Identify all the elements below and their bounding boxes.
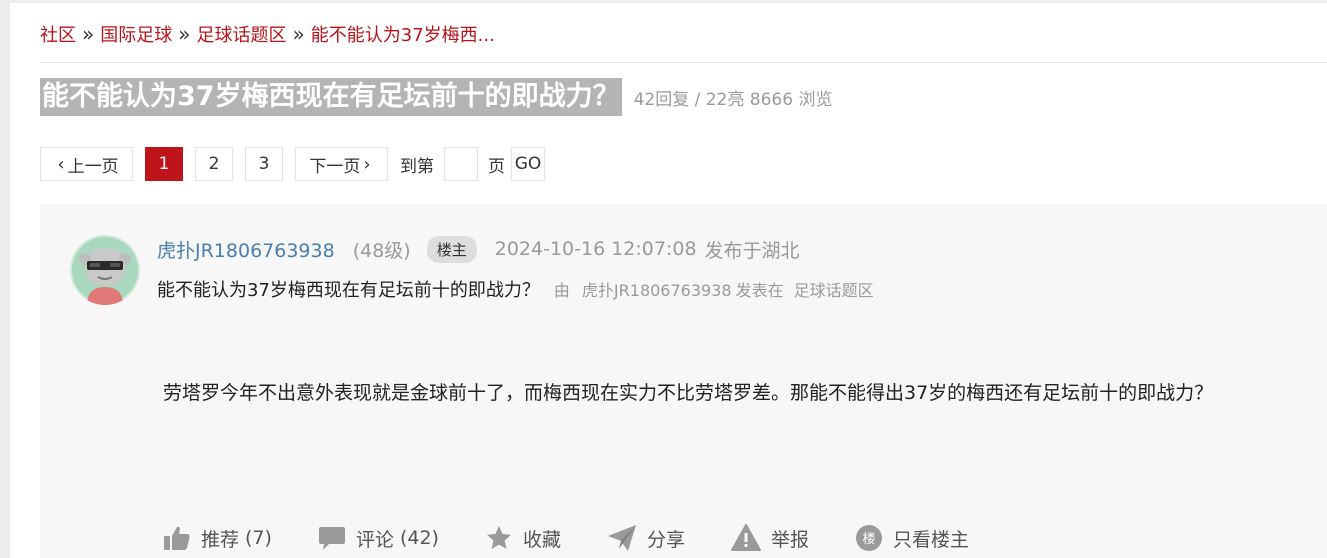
page-2-button[interactable]: 2	[195, 147, 233, 181]
page-3-button[interactable]: 3	[245, 147, 283, 181]
avatar[interactable]	[70, 235, 140, 305]
post-subtitle: 能不能认为37岁梅西现在有足坛前十的即战力？	[157, 280, 540, 301]
prev-page-label: 上一页	[67, 156, 119, 177]
post-header: 虎扑JR1806763938 (48级) 楼主 2024-10-16 12:07…	[157, 234, 800, 264]
breadcrumb-football-topics[interactable]: 足球话题区	[197, 21, 287, 47]
floor-badge-glyph: 楼	[863, 532, 876, 547]
report-button[interactable]: 举报	[731, 524, 809, 552]
page-unit-label: 页	[488, 156, 505, 177]
prev-page-button[interactable]: ‹ 上一页	[40, 147, 133, 181]
chevron-right-icon: ›	[363, 153, 371, 175]
author-level: (48级)	[352, 239, 411, 262]
pagination: ‹ 上一页 1 2 3 下一页 › 到第 页 GO	[40, 146, 545, 182]
next-page-button[interactable]: 下一页 ›	[295, 147, 388, 181]
breadcrumb-separator: »	[292, 22, 305, 46]
op-only-button[interactable]: 楼 只看楼主	[855, 524, 969, 552]
recommend-label: 推荐	[201, 528, 240, 551]
comment-count: (42)	[399, 527, 439, 549]
left-edge	[0, 0, 10, 558]
page-1-button[interactable]: 1	[145, 147, 183, 181]
floor-badge-icon: 楼	[856, 525, 883, 551]
goto-label: 到第	[400, 156, 434, 177]
post-actions: 推荐 (7) 评论 (42) 收藏 分享 举报 楼 只看楼主	[163, 522, 969, 554]
breadcrumb-international-football[interactable]: 国际足球	[100, 21, 172, 47]
thread-title-row: 能不能认为37岁梅西现在有足坛前十的即战力？ 42回复 / 22亮 8666 浏…	[40, 78, 832, 116]
goto-page-input[interactable]	[444, 147, 478, 181]
main-post: 虎扑JR1806763938 (48级) 楼主 2024-10-16 12:07…	[40, 204, 1327, 558]
report-label: 举报	[771, 528, 810, 551]
page: 社区 » 国际足球 » 足球话题区 » 能不能认为37岁梅西... 能不能认为3…	[0, 0, 1327, 558]
breadcrumb: 社区 » 国际足球 » 足球话题区 » 能不能认为37岁梅西...	[40, 20, 495, 48]
paper-plane-icon	[607, 525, 636, 551]
comment-bubble-icon	[318, 527, 345, 550]
thread-title: 能不能认为37岁梅西现在有足坛前十的即战力？	[40, 78, 622, 116]
op-badge: 楼主	[426, 235, 477, 263]
post-body: 劳塔罗今年不出意外表现就是金球前十了，而梅西现在实力不比劳塔罗差。那能不能得出3…	[163, 382, 1214, 404]
star-icon	[486, 526, 511, 549]
recommend-count: (7)	[245, 527, 272, 549]
favorite-button[interactable]: 收藏	[485, 525, 561, 552]
comment-button[interactable]: 评论 (42)	[318, 525, 439, 552]
post-location: 发布于湖北	[704, 239, 800, 262]
next-page-label: 下一页	[309, 156, 361, 177]
chevron-left-icon: ‹	[57, 153, 65, 175]
recommend-button[interactable]: 推荐 (7)	[163, 525, 272, 552]
breadcrumb-separator: »	[82, 22, 95, 46]
forum-link[interactable]: 足球话题区	[794, 277, 874, 301]
avatar-image	[70, 235, 140, 305]
share-button[interactable]: 分享	[607, 524, 685, 552]
top-edge	[0, 0, 1327, 3]
go-button[interactable]: GO	[511, 147, 545, 181]
thread-stats: 42回复 / 22亮 8666 浏览	[633, 89, 833, 110]
favorite-label: 收藏	[522, 528, 561, 551]
post-subtitle-row: 能不能认为37岁梅西现在有足坛前十的即战力？ 由 虎扑JR1806763938 …	[157, 274, 874, 304]
post-timestamp: 2024-10-16 12:07:08	[494, 238, 697, 260]
by-label: 由	[553, 281, 570, 300]
comment-label: 评论	[355, 528, 394, 551]
breadcrumb-divider	[40, 62, 1327, 63]
author-username[interactable]: 虎扑JR1806763938	[157, 236, 335, 263]
by-username-link[interactable]: 虎扑JR1806763938	[582, 277, 732, 301]
op-only-label: 只看楼主	[893, 528, 970, 551]
share-label: 分享	[646, 528, 685, 551]
breadcrumb-current-thread[interactable]: 能不能认为37岁梅西...	[311, 21, 495, 47]
breadcrumb-separator: »	[178, 22, 191, 46]
warning-triangle-icon	[731, 524, 761, 551]
breadcrumb-community[interactable]: 社区	[40, 21, 76, 47]
thumbs-up-icon	[164, 526, 190, 550]
posted-in-label: 发表在	[735, 281, 784, 300]
